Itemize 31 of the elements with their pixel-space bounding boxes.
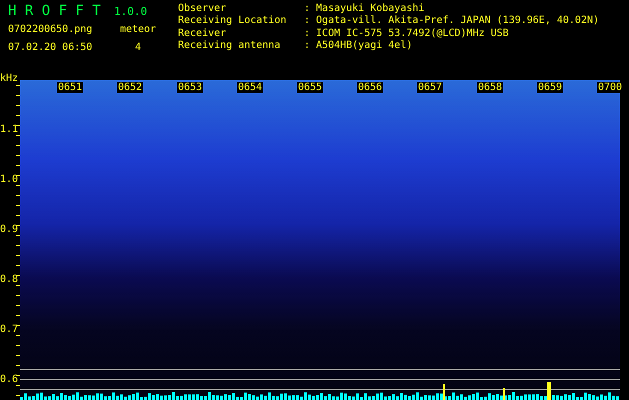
time-label: 0652 xyxy=(117,82,144,93)
axis-label: 1.1 xyxy=(0,124,18,135)
info-label: Receiving antenna xyxy=(178,40,282,52)
time-label: 0651 xyxy=(57,82,84,93)
file-name: 0702200650.png xyxy=(8,24,94,34)
info-value: : A504HB(yagi 4el) xyxy=(304,40,414,52)
unit-label: kHz xyxy=(0,73,18,84)
info-value: : ICOM IC-575 53.7492(@LCD)MHz USB xyxy=(304,28,510,39)
time-label: 0700 xyxy=(597,82,624,93)
meteor-label: meteor xyxy=(120,24,156,34)
date-time: 07.02.20 06:50 xyxy=(8,42,94,52)
time-label: 0656 xyxy=(357,82,384,93)
axis-label: 0.8 xyxy=(0,274,18,285)
axis-label: 1.0 xyxy=(0,174,18,185)
time-label: 0653 xyxy=(177,82,204,93)
info-value: : Masayuki Kobayashi xyxy=(304,2,426,14)
info-label: Receiver xyxy=(178,28,228,39)
axis-label: 0.7 xyxy=(0,324,18,335)
time-label: 0658 xyxy=(477,82,504,93)
axis-label: 0.6 xyxy=(0,374,18,385)
time-label: 0655 xyxy=(297,82,324,93)
app-title: H R O F F T xyxy=(8,3,102,19)
time-label: 0654 xyxy=(237,82,264,93)
info-label: Receiving Location xyxy=(178,15,288,26)
meteor-count: 4 xyxy=(134,42,142,52)
time-label: 0657 xyxy=(417,82,444,93)
axis-label: 0.9 xyxy=(0,224,18,235)
info-label: Observer xyxy=(178,2,228,14)
time-label: 0659 xyxy=(537,82,564,93)
version-label: 1.0.0 xyxy=(113,4,148,18)
info-value: : Ogata-vill. Akita-Pref. JAPAN (139.96E, 40.02N) xyxy=(304,15,600,26)
